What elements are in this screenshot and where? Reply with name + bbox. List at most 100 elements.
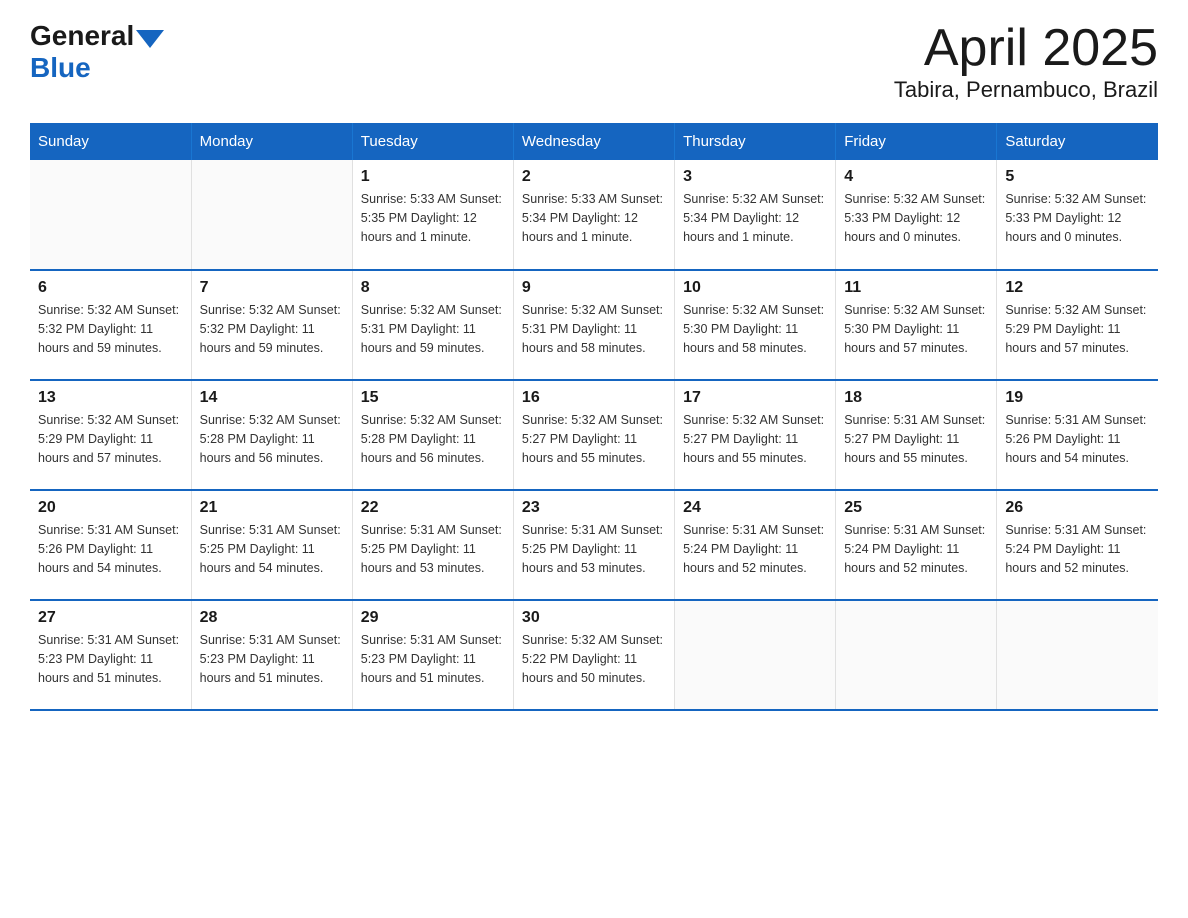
title-section: April 2025 Tabira, Pernambuco, Brazil	[894, 20, 1158, 103]
day-header-tuesday: Tuesday	[352, 123, 513, 160]
calendar-cell: 24 Sunrise: 5:31 AM Sunset: 5:24 PM Dayli…	[675, 490, 836, 600]
day-info: Sunrise: 5:32 AM Sunset: 5:27 PM Dayligh…	[683, 411, 827, 467]
day-number: 1	[361, 168, 505, 186]
day-header-wednesday: Wednesday	[513, 123, 674, 160]
calendar-cell	[191, 160, 352, 270]
day-number: 2	[522, 168, 666, 186]
week-row-4: 20 Sunrise: 5:31 AM Sunset: 5:26 PM Dayli…	[30, 490, 1158, 600]
day-number: 13	[38, 389, 183, 407]
day-number: 10	[683, 279, 827, 297]
day-info: Sunrise: 5:32 AM Sunset: 5:34 PM Dayligh…	[683, 190, 827, 246]
day-header-saturday: Saturday	[997, 123, 1158, 160]
day-info: Sunrise: 5:31 AM Sunset: 5:25 PM Dayligh…	[522, 521, 666, 577]
calendar-cell: 26 Sunrise: 5:31 AM Sunset: 5:24 PM Dayli…	[997, 490, 1158, 600]
day-info: Sunrise: 5:32 AM Sunset: 5:30 PM Dayligh…	[844, 301, 988, 357]
calendar-table: SundayMondayTuesdayWednesdayThursdayFrid…	[30, 123, 1158, 711]
logo: General Blue	[30, 20, 164, 84]
calendar-cell: 14 Sunrise: 5:32 AM Sunset: 5:28 PM Dayli…	[191, 380, 352, 490]
day-number: 12	[1005, 279, 1150, 297]
day-info: Sunrise: 5:33 AM Sunset: 5:34 PM Dayligh…	[522, 190, 666, 246]
calendar-cell: 25 Sunrise: 5:31 AM Sunset: 5:24 PM Dayli…	[836, 490, 997, 600]
calendar-cell: 3Sunrise: 5:32 AM Sunset: 5:34 PM Daylig…	[675, 160, 836, 270]
day-header-friday: Friday	[836, 123, 997, 160]
calendar-header: SundayMondayTuesdayWednesdayThursdayFrid…	[30, 123, 1158, 160]
calendar-body: 1 Sunrise: 5:33 AM Sunset: 5:35 PM Daylig…	[30, 160, 1158, 710]
day-number: 27	[38, 609, 183, 627]
calendar-cell: 22 Sunrise: 5:31 AM Sunset: 5:25 PM Dayli…	[352, 490, 513, 600]
day-number: 11	[844, 279, 988, 297]
day-number: 25	[844, 499, 988, 517]
day-info: Sunrise: 5:31 AM Sunset: 5:24 PM Dayligh…	[683, 521, 827, 577]
week-row-3: 13 Sunrise: 5:32 AM Sunset: 5:29 PM Dayli…	[30, 380, 1158, 490]
day-info: Sunrise: 5:32 AM Sunset: 5:32 PM Dayligh…	[38, 301, 183, 357]
calendar-cell: 21 Sunrise: 5:31 AM Sunset: 5:25 PM Dayli…	[191, 490, 352, 600]
calendar-cell: 27Sunrise: 5:31 AM Sunset: 5:23 PM Dayli…	[30, 600, 191, 710]
calendar-cell: 17Sunrise: 5:32 AM Sunset: 5:27 PM Dayli…	[675, 380, 836, 490]
day-info: Sunrise: 5:32 AM Sunset: 5:33 PM Dayligh…	[1005, 190, 1150, 246]
calendar-cell: 19 Sunrise: 5:31 AM Sunset: 5:26 PM Dayli…	[997, 380, 1158, 490]
day-number: 4	[844, 168, 988, 186]
day-number: 15	[361, 389, 505, 407]
day-info: Sunrise: 5:33 AM Sunset: 5:35 PM Dayligh…	[361, 190, 505, 246]
day-number: 14	[200, 389, 344, 407]
day-number: 24	[683, 499, 827, 517]
day-info: Sunrise: 5:31 AM Sunset: 5:24 PM Dayligh…	[844, 521, 988, 577]
page-header: General Blue April 2025 Tabira, Pernambu…	[30, 20, 1158, 103]
calendar-cell: 10Sunrise: 5:32 AM Sunset: 5:30 PM Dayli…	[675, 270, 836, 380]
calendar-cell: 16Sunrise: 5:32 AM Sunset: 5:27 PM Dayli…	[513, 380, 674, 490]
day-info: Sunrise: 5:32 AM Sunset: 5:29 PM Dayligh…	[38, 411, 183, 467]
day-info: Sunrise: 5:32 AM Sunset: 5:31 PM Dayligh…	[361, 301, 505, 357]
day-header-sunday: Sunday	[30, 123, 191, 160]
calendar-cell: 13 Sunrise: 5:32 AM Sunset: 5:29 PM Dayli…	[30, 380, 191, 490]
day-info: Sunrise: 5:31 AM Sunset: 5:23 PM Dayligh…	[361, 631, 505, 687]
day-number: 22	[361, 499, 505, 517]
day-header-thursday: Thursday	[675, 123, 836, 160]
logo-general: General	[30, 20, 134, 52]
day-info: Sunrise: 5:32 AM Sunset: 5:22 PM Dayligh…	[522, 631, 666, 687]
day-info: Sunrise: 5:31 AM Sunset: 5:27 PM Dayligh…	[844, 411, 988, 467]
calendar-cell: 28Sunrise: 5:31 AM Sunset: 5:23 PM Dayli…	[191, 600, 352, 710]
day-info: Sunrise: 5:32 AM Sunset: 5:29 PM Dayligh…	[1005, 301, 1150, 357]
day-info: Sunrise: 5:31 AM Sunset: 5:25 PM Dayligh…	[200, 521, 344, 577]
day-number: 5	[1005, 168, 1150, 186]
calendar-cell: 12 Sunrise: 5:32 AM Sunset: 5:29 PM Dayli…	[997, 270, 1158, 380]
day-number: 23	[522, 499, 666, 517]
day-number: 6	[38, 279, 183, 297]
calendar-subtitle: Tabira, Pernambuco, Brazil	[894, 77, 1158, 103]
header-row: SundayMondayTuesdayWednesdayThursdayFrid…	[30, 123, 1158, 160]
calendar-cell: 8Sunrise: 5:32 AM Sunset: 5:31 PM Daylig…	[352, 270, 513, 380]
day-info: Sunrise: 5:31 AM Sunset: 5:26 PM Dayligh…	[1005, 411, 1150, 467]
day-info: Sunrise: 5:31 AM Sunset: 5:24 PM Dayligh…	[1005, 521, 1150, 577]
calendar-cell	[997, 600, 1158, 710]
calendar-title: April 2025	[894, 20, 1158, 77]
day-info: Sunrise: 5:32 AM Sunset: 5:28 PM Dayligh…	[361, 411, 505, 467]
calendar-cell: 11 Sunrise: 5:32 AM Sunset: 5:30 PM Dayli…	[836, 270, 997, 380]
calendar-cell: 5 Sunrise: 5:32 AM Sunset: 5:33 PM Daylig…	[997, 160, 1158, 270]
day-info: Sunrise: 5:31 AM Sunset: 5:26 PM Dayligh…	[38, 521, 183, 577]
day-number: 30	[522, 609, 666, 627]
calendar-cell	[30, 160, 191, 270]
day-number: 26	[1005, 499, 1150, 517]
calendar-cell	[836, 600, 997, 710]
day-info: Sunrise: 5:32 AM Sunset: 5:28 PM Dayligh…	[200, 411, 344, 467]
calendar-cell: 20 Sunrise: 5:31 AM Sunset: 5:26 PM Dayli…	[30, 490, 191, 600]
calendar-cell: 15 Sunrise: 5:32 AM Sunset: 5:28 PM Dayli…	[352, 380, 513, 490]
calendar-cell: 2 Sunrise: 5:33 AM Sunset: 5:34 PM Daylig…	[513, 160, 674, 270]
day-number: 29	[361, 609, 505, 627]
day-number: 20	[38, 499, 183, 517]
calendar-cell: 7Sunrise: 5:32 AM Sunset: 5:32 PM Daylig…	[191, 270, 352, 380]
day-number: 21	[200, 499, 344, 517]
calendar-cell: 29 Sunrise: 5:31 AM Sunset: 5:23 PM Dayli…	[352, 600, 513, 710]
day-info: Sunrise: 5:31 AM Sunset: 5:23 PM Dayligh…	[200, 631, 344, 687]
day-info: Sunrise: 5:31 AM Sunset: 5:25 PM Dayligh…	[361, 521, 505, 577]
day-number: 19	[1005, 389, 1150, 407]
logo-arrow-icon	[136, 30, 164, 48]
calendar-cell: 23 Sunrise: 5:31 AM Sunset: 5:25 PM Dayli…	[513, 490, 674, 600]
calendar-cell	[675, 600, 836, 710]
calendar-cell: 6 Sunrise: 5:32 AM Sunset: 5:32 PM Daylig…	[30, 270, 191, 380]
week-row-2: 6 Sunrise: 5:32 AM Sunset: 5:32 PM Daylig…	[30, 270, 1158, 380]
calendar-cell: 30 Sunrise: 5:32 AM Sunset: 5:22 PM Dayli…	[513, 600, 674, 710]
week-row-1: 1 Sunrise: 5:33 AM Sunset: 5:35 PM Daylig…	[30, 160, 1158, 270]
day-number: 18	[844, 389, 988, 407]
day-header-monday: Monday	[191, 123, 352, 160]
